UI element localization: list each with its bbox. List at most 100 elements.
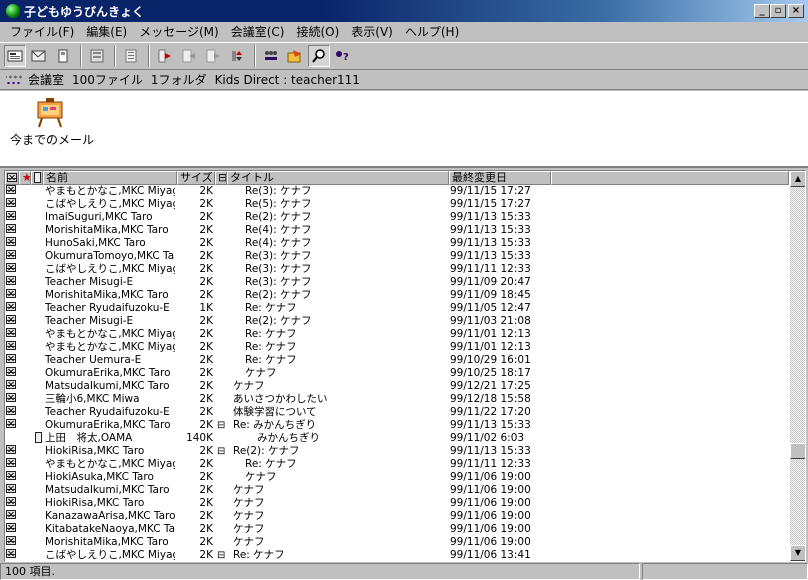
scroll-down-button[interactable]: ▼ xyxy=(790,545,805,561)
message-date: 99/11/09 20:47 xyxy=(450,276,531,288)
envelope-icon xyxy=(6,393,16,402)
receive-button[interactable] xyxy=(178,45,200,67)
menu-view[interactable]: 表示(V) xyxy=(345,23,399,41)
message-row[interactable]: MorishitaMika,MKC Taro 2K ケナフ 99/11/06 19:0… xyxy=(5,536,789,549)
message-sender: こばやしえりこ,MKC Miyagas xyxy=(45,198,175,210)
envelope-icon xyxy=(6,315,16,324)
menu-help[interactable]: ヘルプ(H) xyxy=(399,23,465,41)
message-row[interactable]: OkumuraErika,MKC Taro 2K ケナフ 99/10/25 18:17 xyxy=(5,367,789,380)
message-sender: OkumuraTomoyo,MKC Taro xyxy=(45,250,175,262)
message-row[interactable]: Teacher Ryudaifuzoku-E 1K Re: ケナフ 99/11/05 … xyxy=(5,302,789,315)
message-row[interactable]: HiokiRisa,MKC Taro 2K ケナフ 99/11/06 19:00 xyxy=(5,497,789,510)
message-size: 2K xyxy=(199,224,213,236)
reply-button[interactable] xyxy=(28,45,50,67)
message-row[interactable]: やまもとかなこ,MKC Miyagas 2K Re: ケナフ 99/11/01 12:… xyxy=(5,328,789,341)
help-button[interactable]: ? xyxy=(332,45,354,67)
message-size: 2K xyxy=(199,211,213,223)
envelope-icon xyxy=(6,406,16,415)
message-row[interactable]: 三輪小6,MKC Miwa 2K あいさつかわしたい 99/12/18 15:58 xyxy=(5,393,789,406)
thread-toggle[interactable]: ⊟ xyxy=(217,445,227,458)
message-title: Re(3): ケナフ xyxy=(245,250,312,262)
message-date: 99/10/25 18:17 xyxy=(450,367,531,379)
header-modified[interactable]: 最終変更日 xyxy=(449,171,551,185)
header-name[interactable]: 名前 xyxy=(43,171,177,185)
message-row[interactable]: MatsudaIkumi,MKC Taro 2K ケナフ 99/12/21 17:25 xyxy=(5,380,789,393)
message-row[interactable]: 上田 将太,OAMA 140K みかんちぎり 99/11/02 6:03 xyxy=(5,432,789,445)
message-list: ★ 名前 サイズ ⊟ タイトル 最終変更日 やまもとかなこ,MKC Miyaga… xyxy=(4,170,806,562)
message-sender: やまもとかなこ,MKC Miyagas xyxy=(45,341,175,353)
send-button[interactable] xyxy=(154,45,176,67)
header-attach-column[interactable] xyxy=(31,171,43,185)
message-row[interactable]: KitabatakeNaoya,MKC Taro 2K ケナフ 99/11/06 19… xyxy=(5,523,789,536)
message-row[interactable]: MatsudaIkumi,MKC Taro 2K ケナフ 99/11/06 19:00 xyxy=(5,484,789,497)
message-size: 2K xyxy=(199,510,213,522)
message-row[interactable]: やまもとかなこ,MKC Miyagas 2K Re: ケナフ 99/11/11 12:… xyxy=(5,458,789,471)
message-row[interactable]: こばやしえりこ,MKC Miyagas 2K Re(3): ケナフ 99/11/11 … xyxy=(5,263,789,276)
view-button[interactable] xyxy=(120,45,142,67)
scroll-thumb[interactable] xyxy=(790,443,805,459)
message-row[interactable]: Teacher Misugi-E 2K Re(3): ケナフ 99/11/09 20:… xyxy=(5,276,789,289)
menu-file[interactable]: ファイル(F) xyxy=(4,23,80,41)
message-size: 2K xyxy=(199,198,213,210)
header-flag-column[interactable]: ★ xyxy=(19,171,31,185)
header-thread-column[interactable]: ⊟ xyxy=(215,171,227,185)
menu-message[interactable]: メッセージ(M) xyxy=(133,23,224,41)
thread-toggle[interactable]: ⊟ xyxy=(217,549,227,561)
attach-button[interactable] xyxy=(52,45,74,67)
address-book-button[interactable] xyxy=(86,45,108,67)
maximize-button[interactable]: ▫ xyxy=(770,4,786,18)
message-title: Re(4): ケナフ xyxy=(245,224,312,236)
envelope-icon xyxy=(6,536,16,545)
message-sender: HiokiAsuka,MKC Taro xyxy=(45,471,154,483)
header-type-column[interactable] xyxy=(5,171,19,185)
meeting-room-button[interactable] xyxy=(260,45,282,67)
menu-meeting-room[interactable]: 会議室(C) xyxy=(225,23,291,41)
message-row[interactable]: OkumuraTomoyo,MKC Taro 2K Re(3): ケナフ 99/11/… xyxy=(5,250,789,263)
envelope-icon xyxy=(6,523,16,532)
attach-icon xyxy=(58,49,68,63)
message-row[interactable]: HiokiRisa,MKC Taro 2K ⊟ Re(2): ケナフ 99/11/13 … xyxy=(5,445,789,458)
message-row[interactable]: ImaiSuguri,MKC Taro 2K Re(2): ケナフ 99/11/13 … xyxy=(5,211,789,224)
mail-archive-folder-icon[interactable] xyxy=(34,98,66,128)
message-row[interactable]: MorishitaMika,MKC Taro 2K Re(2): ケナフ 99/11/… xyxy=(5,289,789,302)
scroll-up-button[interactable]: ▲ xyxy=(790,171,805,187)
close-button[interactable]: × xyxy=(788,4,804,18)
location-folder-count: 1フォルダ xyxy=(150,73,207,87)
forward-button[interactable] xyxy=(202,45,224,67)
minimize-button[interactable]: _ xyxy=(754,4,770,18)
header-title[interactable]: タイトル xyxy=(227,171,449,185)
message-title: Re: ケナフ xyxy=(245,341,297,353)
message-row[interactable]: MorishitaMika,MKC Taro 2K Re(4): ケナフ 99/11/… xyxy=(5,224,789,237)
message-size: 2K xyxy=(199,354,213,366)
message-row[interactable]: こばやしえりこ,MKC Miyagas 2K Re(5): ケナフ 99/11/15 … xyxy=(5,198,789,211)
message-row[interactable]: OkumuraErika,MKC Taro 2K ⊟ Re: みかんちぎり 99/11/… xyxy=(5,419,789,432)
header-size[interactable]: サイズ xyxy=(177,171,215,185)
message-row[interactable]: HiokiAsuka,MKC Taro 2K ケナフ 99/11/06 19:00 xyxy=(5,471,789,484)
folder-open-button[interactable] xyxy=(284,45,306,67)
message-size: 2K xyxy=(199,419,213,431)
message-row[interactable]: やまもとかなこ,MKC Miyagas 2K Re(3): ケナフ 99/11/15 … xyxy=(5,185,789,198)
thread-toggle[interactable]: ⊟ xyxy=(217,419,227,432)
title-bar[interactable]: 子どもゆうびんきょく _ ▫ × xyxy=(0,0,808,22)
attachment-icon xyxy=(35,432,42,443)
menu-connect[interactable]: 接続(O) xyxy=(290,23,345,41)
message-row[interactable]: Teacher Ryudaifuzoku-E 2K 体験学習について 99/11/22… xyxy=(5,406,789,419)
message-row[interactable]: Teacher Misugi-E 2K Re(2): ケナフ 99/11/03 21:… xyxy=(5,315,789,328)
sort-button[interactable] xyxy=(226,45,248,67)
message-title: Re: ケナフ xyxy=(245,328,297,340)
folder-label[interactable]: 今までのメール xyxy=(10,131,94,148)
message-sender: OkumuraErika,MKC Taro xyxy=(45,367,171,379)
find-button[interactable] xyxy=(308,45,330,67)
message-title: ケナフ xyxy=(233,510,265,522)
message-date: 99/11/06 19:00 xyxy=(450,510,531,522)
new-message-button[interactable] xyxy=(4,45,26,67)
menu-edit[interactable]: 編集(E) xyxy=(80,23,133,41)
message-size: 2K xyxy=(199,484,213,496)
message-row[interactable]: HunoSaki,MKC Taro 2K Re(4): ケナフ 99/11/13 15… xyxy=(5,237,789,250)
message-row[interactable]: こばやしえりこ,MKC Miyagas 2K ⊟ Re: ケナフ 99/11/06 13… xyxy=(5,549,789,561)
sort-icon xyxy=(232,51,242,61)
message-row[interactable]: KanazawaArisa,MKC Taro 2K ケナフ 99/11/06 19:0… xyxy=(5,510,789,523)
message-row[interactable]: やまもとかなこ,MKC Miyagas 2K Re: ケナフ 99/11/01 12:… xyxy=(5,341,789,354)
vertical-scrollbar[interactable]: ▲ ▼ xyxy=(790,171,805,561)
message-row[interactable]: Teacher Uemura-E 2K Re: ケナフ 99/10/29 16:01 xyxy=(5,354,789,367)
